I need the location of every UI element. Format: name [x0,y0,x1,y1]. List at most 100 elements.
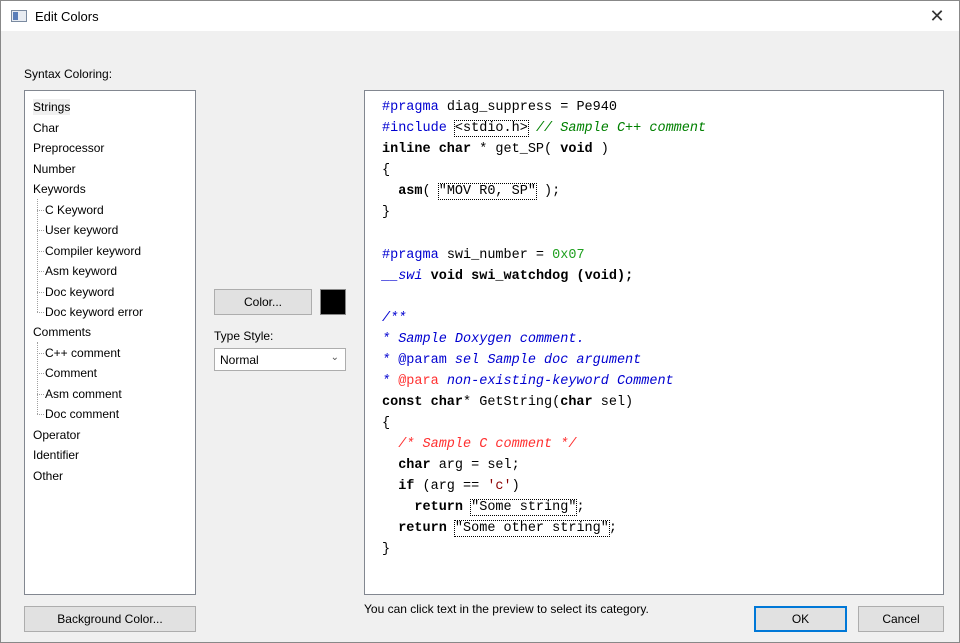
tree-item-comments[interactable]: Comments [33,324,91,340]
code-line: if (arg == 'c') [382,479,520,495]
cancel-button[interactable]: Cancel [858,606,944,632]
keyword-token[interactable]: const char [382,395,463,410]
operator-token[interactable]: ; [576,500,584,515]
keyword-token[interactable]: return [382,500,463,515]
preview-hint: You can click text in the preview to sel… [364,602,649,616]
keyword-token[interactable]: inline char [382,142,471,157]
tree-connector [37,394,44,395]
type-style-select[interactable]: Normal ⌄ [214,348,346,371]
tree-item-keywords[interactable]: Keywords [33,181,86,197]
identifier-token[interactable]: diag_suppress = Pe940 [439,100,617,115]
code-line: return "Some string"; [382,499,585,516]
tree-connector [37,414,44,415]
code-line[interactable]: { [382,163,390,179]
tree-item-strings[interactable]: Strings [33,99,71,115]
compiler-keyword-token[interactable]: __swi [382,269,423,284]
keyword-token[interactable]: void [560,142,592,157]
window-title: Edit Colors [35,9,99,24]
tree-item-asm-keyword[interactable]: Asm keyword [45,263,117,279]
title-bar: Edit Colors ✕ [1,1,959,31]
tree-connector [37,210,44,211]
tree-item-operator[interactable]: Operator [33,427,80,443]
code-line: return "Some other string"; [382,520,617,537]
code-line[interactable]: } [382,205,390,221]
tree-item-compiler-keyword[interactable]: Compiler keyword [45,243,141,259]
tree-connector [37,230,44,231]
code-line[interactable]: { [382,416,390,432]
operator-token[interactable]: ) [512,479,520,494]
tree-item-cpp-comment[interactable]: C++ comment [45,345,120,361]
tree-item-identifier[interactable]: Identifier [33,447,79,463]
keyword-token[interactable]: return [382,521,447,536]
operator-token[interactable]: ); [536,184,560,199]
operator-token[interactable]: ); [617,269,633,284]
doc-keyword-token[interactable]: @param [398,353,447,368]
tree-connector [37,292,44,293]
keyword-token[interactable]: if [382,479,414,494]
include-token[interactable]: <stdio.h> [453,120,529,137]
tree-item-comment[interactable]: Comment [45,365,97,381]
tree-item-preprocessor[interactable]: Preprocessor [33,140,104,156]
background-color-button[interactable]: Background Color... [24,606,196,632]
string-token[interactable]: "Some string" [470,499,578,516]
identifier-token[interactable]: sel) [593,395,633,410]
doc-keyword-error-token[interactable]: @para [398,374,439,389]
identifier-token[interactable]: swi_watchdog ( [463,269,584,284]
identifier-token[interactable]: * GetString( [463,395,560,410]
code-line: * @para non-existing-keyword Comment [382,374,674,390]
doc-comment-token[interactable]: non-existing-keyword Comment [439,374,674,389]
operator-token[interactable]: ( [423,184,439,199]
c-comment-line[interactable]: /* Sample C comment */ [382,437,576,453]
cpp-comment-token[interactable]: // Sample C++ comment [528,121,706,136]
operator-token[interactable]: ; [609,521,617,536]
identifier-token[interactable]: (arg == [414,479,487,494]
string-token[interactable]: "Some other string" [453,520,610,537]
number-token[interactable]: 0x07 [552,248,584,263]
doc-comment-line[interactable]: * Sample Doxygen comment. [382,332,585,348]
preprocessor-token[interactable]: #pragma [382,100,439,115]
code-line: const char* GetString(char sel) [382,395,633,411]
code-line: asm( "MOV R0, SP" ); [382,183,560,200]
tree-item-user-keyword[interactable]: User keyword [45,222,118,238]
type-style-value: Normal [220,353,259,367]
tree-connector [37,199,38,312]
tree-item-c-keyword[interactable]: C Keyword [45,202,104,218]
code-line: #pragma diag_suppress = Pe940 [382,100,617,116]
identifier-token[interactable]: arg = sel; [431,458,520,473]
color-button[interactable]: Color... [214,289,312,315]
tree-item-other[interactable]: Other [33,468,63,484]
doc-comment-token[interactable]: sel Sample doc argument [447,353,641,368]
tree-connector [37,312,44,313]
code-line: __swi void swi_watchdog (void); [382,269,633,285]
doc-comment-token[interactable]: * [382,374,398,389]
identifier-token[interactable]: * get_SP( [471,142,560,157]
code-line: inline char * get_SP( void ) [382,142,609,158]
string-token[interactable]: "MOV R0, SP" [437,183,537,200]
tree-item-doc-keyword-error[interactable]: Doc keyword error [45,304,143,320]
char-token[interactable]: 'c' [487,479,511,494]
code-line: char arg = sel; [382,458,520,474]
asm-keyword-token[interactable]: asm [382,184,422,199]
keyword-token[interactable]: char [382,458,430,473]
preprocessor-token[interactable]: #pragma [382,248,439,263]
tree-item-number[interactable]: Number [33,161,76,177]
tree-connector [37,353,44,354]
code-line[interactable]: } [382,542,390,558]
identifier-token[interactable]: swi_number = [439,248,552,263]
tree-item-doc-keyword[interactable]: Doc keyword [45,284,114,300]
tree-item-char[interactable]: Char [33,120,59,136]
keyword-token[interactable]: char [560,395,592,410]
code-preview[interactable]: #pragma diag_suppress = Pe940 #include <… [364,90,944,595]
doc-comment-token[interactable]: * [382,353,398,368]
close-icon[interactable]: ✕ [915,1,959,31]
preprocessor-token[interactable]: #include [382,121,447,136]
tree-item-doc-comment[interactable]: Doc comment [45,406,119,422]
ok-button[interactable]: OK [754,606,847,632]
syntax-coloring-label: Syntax Coloring: [24,67,113,81]
keyword-token[interactable]: void [585,269,617,284]
keyword-token[interactable]: void [423,269,463,284]
doc-comment-line[interactable]: /** [382,311,406,327]
operator-token[interactable]: ) [593,142,609,157]
syntax-category-tree[interactable]: Strings Char Preprocessor Number Keyword… [24,90,196,595]
tree-item-asm-comment[interactable]: Asm comment [45,386,122,402]
